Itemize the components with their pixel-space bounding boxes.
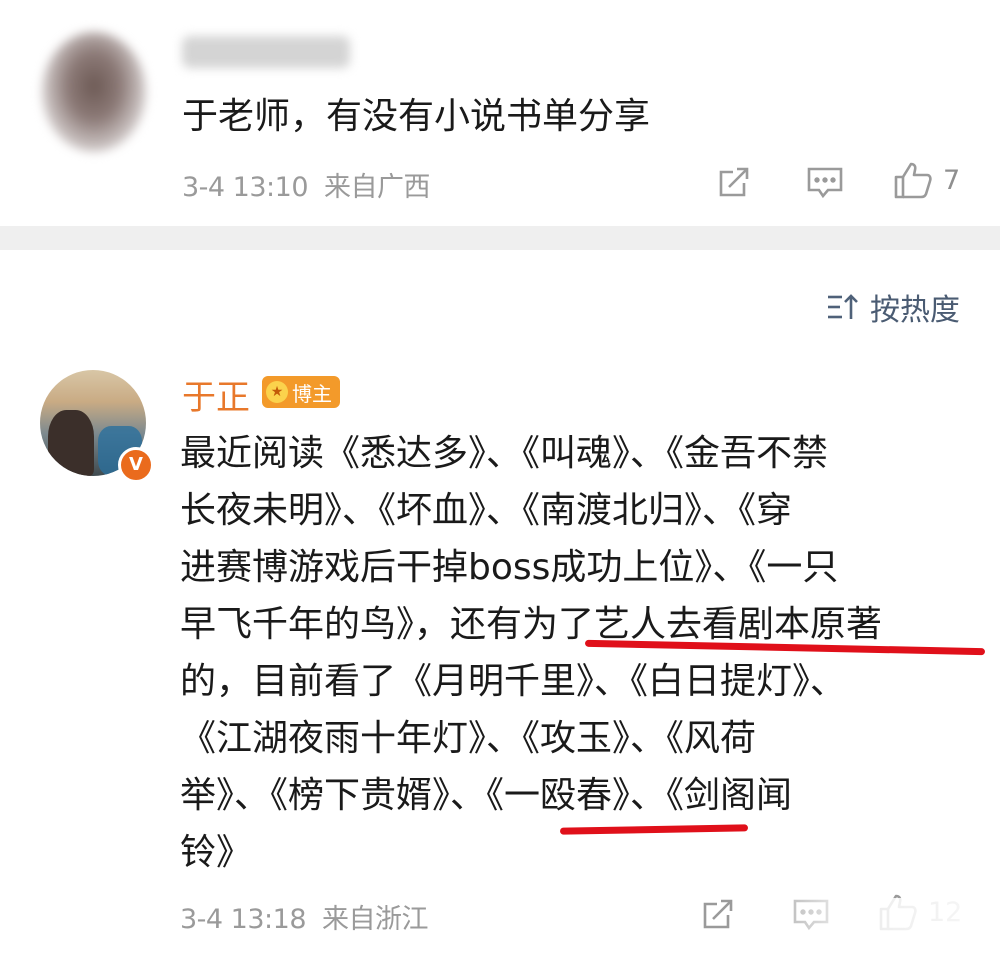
blogger-badge-label: 博主 — [292, 381, 332, 406]
screenshot: 于老师，有没有小说书单分享 3-4 13:10 来自广西 7 按热度 V 于正 … — [0, 0, 1000, 960]
section-divider — [0, 226, 1000, 250]
crown-icon: ★ — [266, 381, 288, 403]
sort-label: 按热度 — [870, 293, 960, 328]
comment-text-line: 长夜未明》、《坏血》、《南渡北归》、《穿 — [180, 490, 793, 531]
red-underline-annotation — [559, 824, 749, 835]
comment-time: 3-4 13:18 — [180, 904, 307, 935]
comment-location: 来自浙江 — [322, 904, 429, 935]
like-button[interactable]: 7 — [893, 160, 960, 200]
thumbs-up-icon — [894, 162, 932, 199]
like-count: 7 — [943, 164, 961, 196]
share-icon — [719, 167, 749, 197]
sort-icon — [828, 294, 858, 319]
share-button[interactable] — [700, 896, 736, 932]
avatar[interactable] — [42, 32, 146, 152]
comment-text-line: 铃》 — [180, 832, 253, 873]
comment-text-line: 最近阅读《悉达多》、《叫魂》、《金吾不禁 — [180, 433, 829, 474]
comment-text-line: 的，目前看了《月明千里》、《白日提灯》、 — [180, 661, 847, 702]
comment-meta: 3-4 13:18 来自浙江 — [180, 897, 429, 936]
blogger-badge: ★ 博主 — [262, 376, 340, 408]
sort-by-hot-button[interactable]: 按热度 — [826, 285, 960, 329]
comment-location: 来自广西 — [324, 172, 431, 203]
verified-badge-icon: V — [118, 447, 154, 483]
share-button[interactable] — [716, 164, 752, 200]
reply-button[interactable] — [806, 166, 844, 200]
comment-text-line: 早飞千年的鸟》，还有为了艺人去看剧本原著 — [180, 604, 883, 645]
comment-item: 于老师，有没有小说书单分享 3-4 13:10 来自广西 7 — [0, 0, 1000, 226]
share-icon — [703, 899, 733, 929]
watermark-overlay — [740, 898, 1000, 958]
author-name[interactable]: 于正 — [182, 370, 250, 419]
comment-text: 于老师，有没有小说书单分享 — [182, 96, 651, 137]
comment-text-line: 举》、《榜下贵婿》、《一殴春》、《剑阁闻 — [180, 775, 793, 816]
comment-time: 3-4 13:10 — [182, 172, 309, 203]
comment-meta: 3-4 13:10 来自广西 — [182, 165, 431, 204]
username-blurred[interactable] — [182, 36, 350, 68]
comment-icon — [807, 167, 843, 199]
comment-text-line: 进赛博游戏后干掉boss成功上位》、《一只 — [180, 547, 839, 588]
comment-text-line: 《江湖夜雨十年灯》、《攻玉》、《风荷 — [180, 718, 757, 759]
